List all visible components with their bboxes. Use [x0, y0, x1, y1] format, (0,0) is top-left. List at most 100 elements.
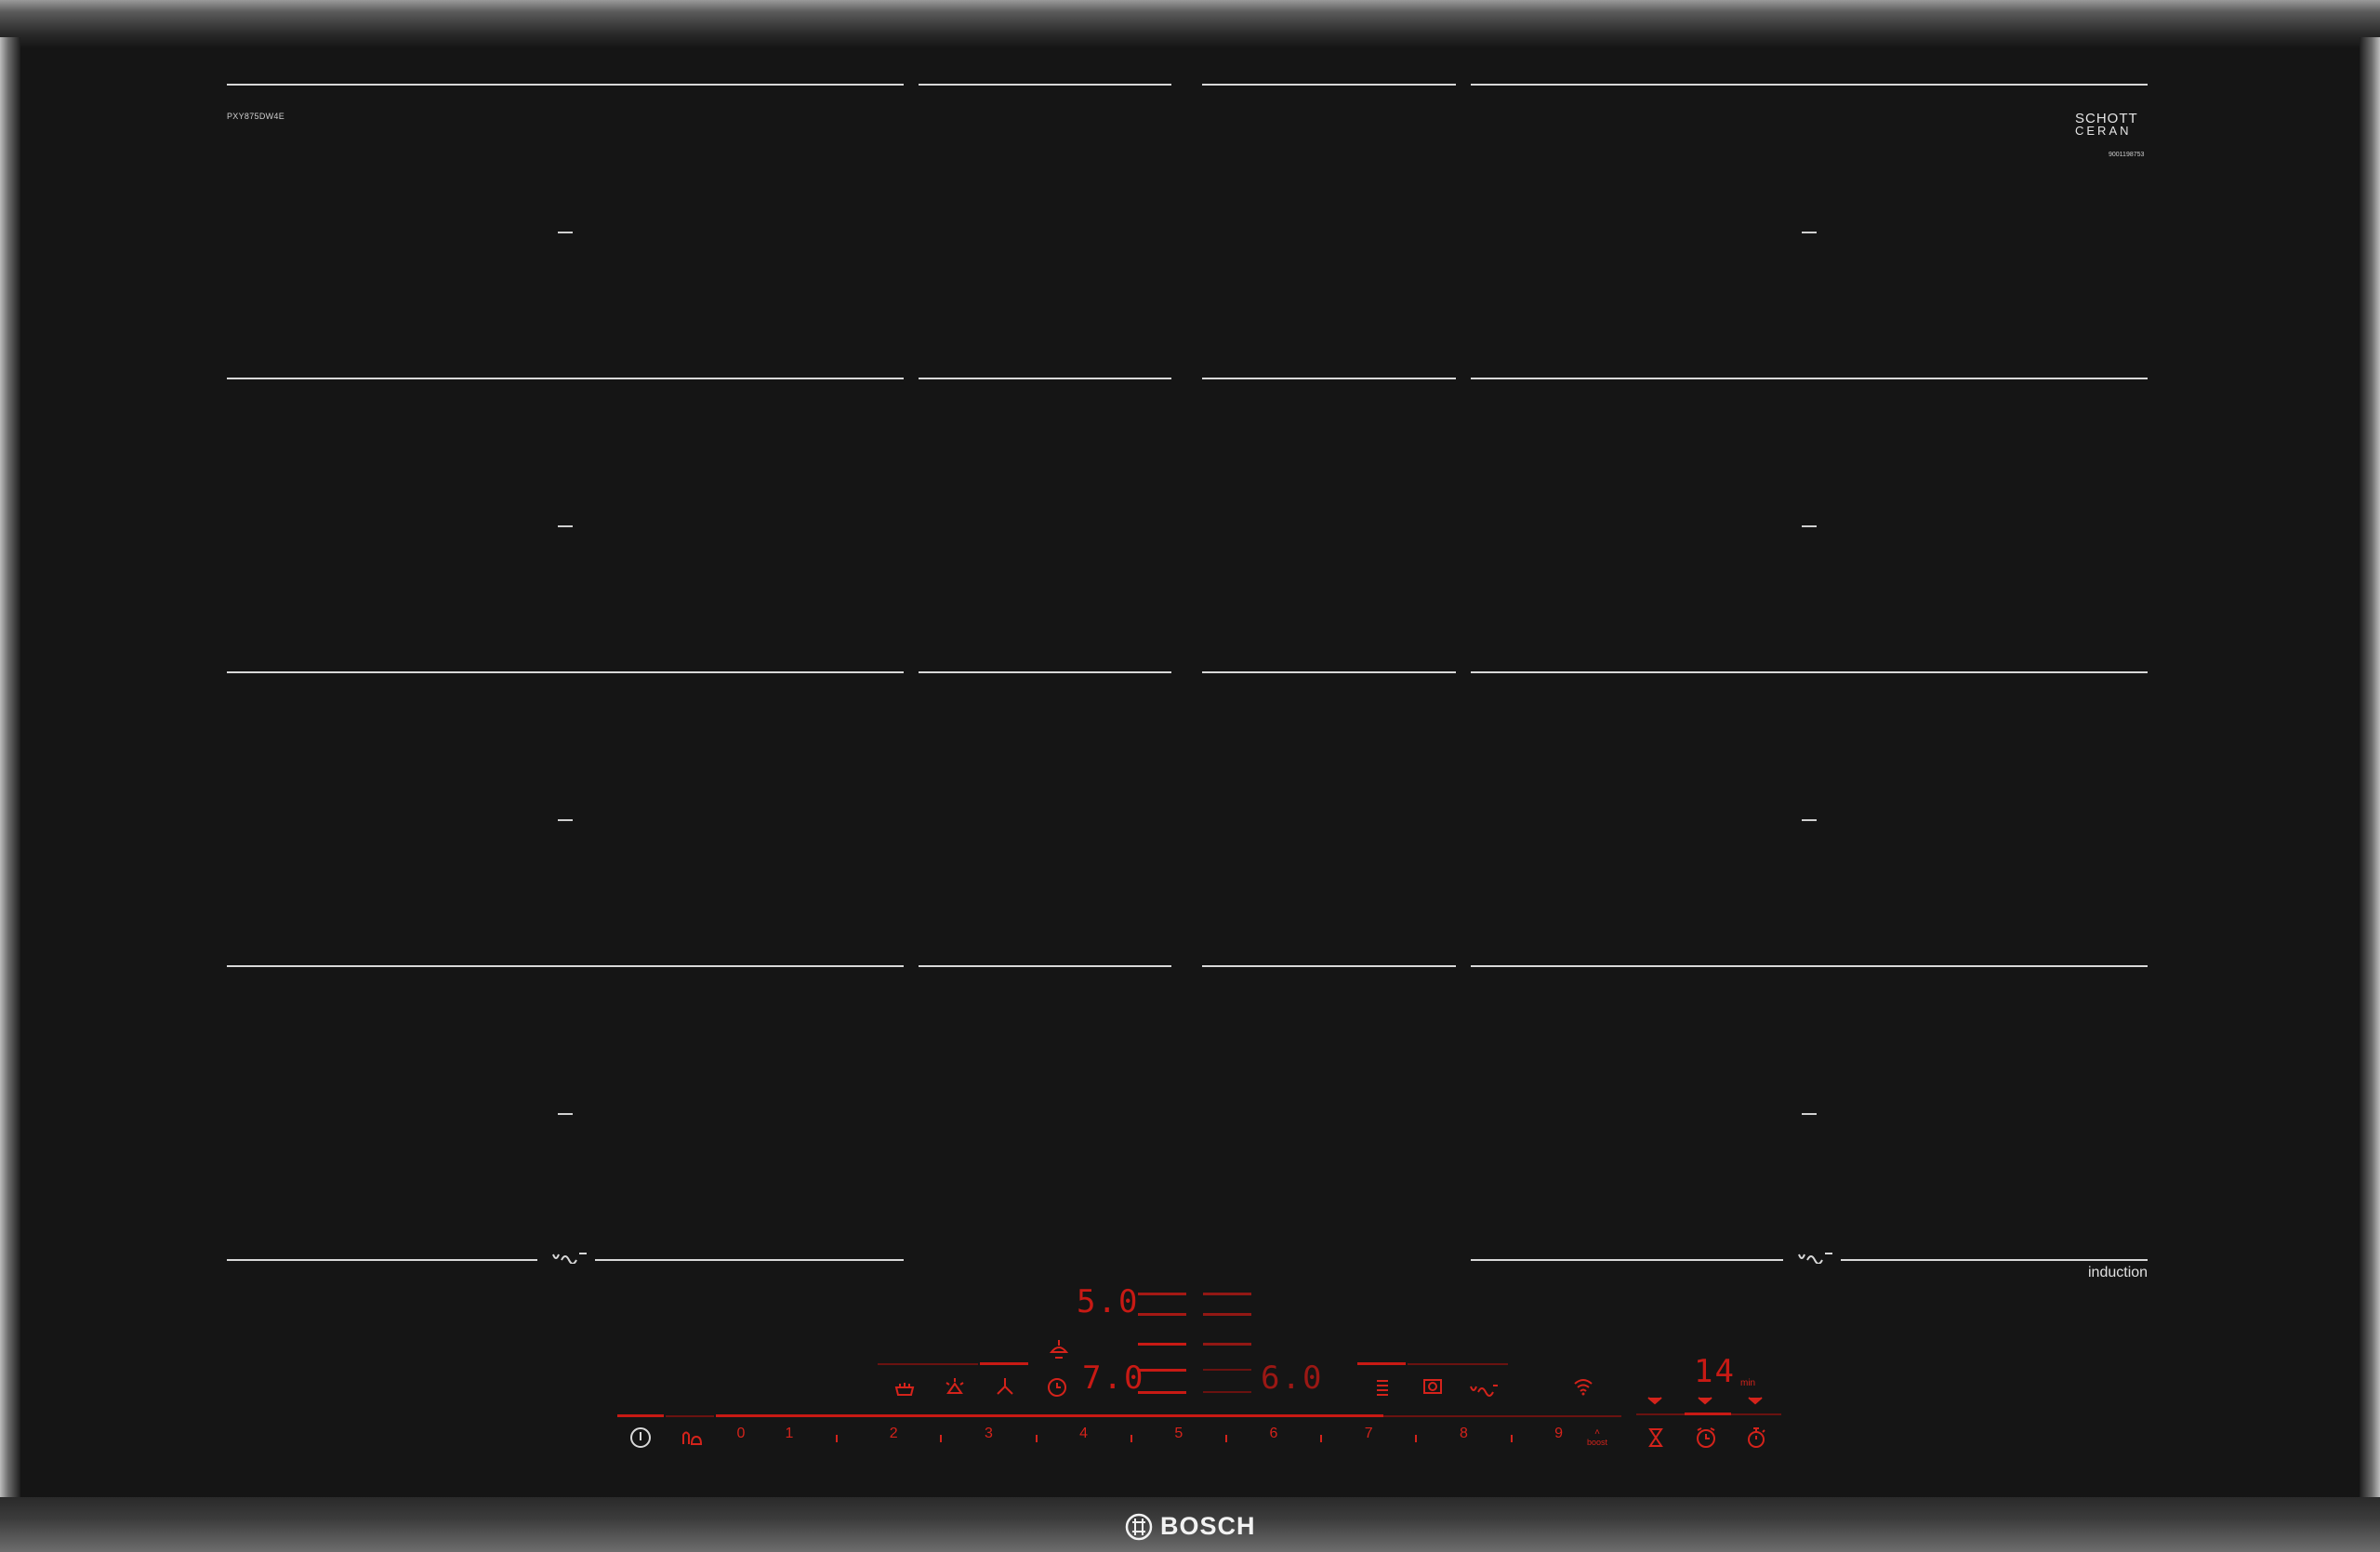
zone-center-mark: [1802, 1113, 1817, 1115]
boost-button[interactable]: ˄ boost: [1584, 1427, 1610, 1447]
power-half-step[interactable]: [1130, 1435, 1132, 1442]
zone-divider-line: [595, 1259, 904, 1261]
flex-zone-icon: [552, 1253, 587, 1264]
zone-divider-line: [227, 84, 904, 86]
hourglass-icon[interactable]: [1644, 1426, 1668, 1450]
zone-divider-line: [1202, 965, 1456, 967]
zone-divider-line: [227, 965, 904, 967]
zone-center-mark: [558, 232, 573, 233]
chevron-down-icon[interactable]: [1746, 1395, 1765, 1406]
level-bar: [1203, 1293, 1251, 1295]
selector-bar-active: [1357, 1362, 1406, 1365]
zone-divider-line: [227, 671, 904, 673]
power-level-slider-rest[interactable]: [1383, 1415, 1621, 1417]
frame-right: [2360, 37, 2380, 1506]
power-level-5[interactable]: 5: [1170, 1426, 1188, 1442]
zone-center-mark: [1802, 232, 1817, 233]
zone-center-mark: [1802, 819, 1817, 821]
selector-bar: [1731, 1413, 1781, 1415]
frame-left: [0, 37, 20, 1506]
level-bar: [1203, 1369, 1251, 1371]
display-timer: 14: [1694, 1353, 1736, 1390]
power-half-step[interactable]: [1415, 1435, 1418, 1442]
power-level-4[interactable]: 4: [1075, 1426, 1093, 1442]
zone-divider-line: [227, 1259, 537, 1261]
zone-divider-line: [1471, 378, 2148, 379]
zone-divider-line: [1471, 1259, 1783, 1261]
power-half-step[interactable]: [1320, 1435, 1323, 1442]
level-bar: [1138, 1293, 1186, 1295]
chevron-down-icon[interactable]: [1646, 1395, 1664, 1406]
power-half-step[interactable]: [1035, 1435, 1038, 1442]
cooking-sensor-icon[interactable]: [1421, 1374, 1445, 1399]
zone-divider-line: [1471, 84, 2148, 86]
power-level-0[interactable]: 0: [732, 1426, 750, 1442]
wifi-icon[interactable]: [1571, 1374, 1595, 1399]
hood-fan-icon[interactable]: [993, 1374, 1017, 1399]
power-level-7[interactable]: 7: [1359, 1426, 1378, 1442]
power-half-step[interactable]: [1224, 1435, 1227, 1442]
display-left: 7.0: [1082, 1360, 1145, 1397]
selector-bar: [878, 1363, 978, 1365]
power-level-8[interactable]: 8: [1454, 1426, 1473, 1442]
cooking-pot-icon[interactable]: [892, 1376, 917, 1400]
zone-divider-line: [919, 671, 1171, 673]
model-number: PXY875DW4E: [227, 112, 285, 121]
level-bar: [1138, 1313, 1186, 1316]
power-level-6[interactable]: 6: [1264, 1426, 1283, 1442]
display-top: 5.0: [1077, 1283, 1140, 1320]
flex-zone-icon[interactable]: [1469, 1378, 1499, 1402]
schott-ceran-logo: SCHOTT CERAN: [2075, 112, 2138, 138]
zone-center-mark: [558, 1113, 573, 1115]
power-level-1[interactable]: 1: [780, 1426, 799, 1442]
induction-label: induction: [2088, 1265, 2149, 1280]
zone-divider-line: [1471, 671, 2148, 673]
level-bar: [1138, 1391, 1186, 1394]
bosch-logo: BOSCH: [1125, 1512, 1256, 1541]
power-level-slider-active[interactable]: [716, 1414, 1383, 1417]
frying-sensor-icon[interactable]: [943, 1374, 967, 1399]
zone-divider-line: [1202, 84, 1456, 86]
brand-name: BOSCH: [1160, 1512, 1256, 1540]
frame-top: [0, 0, 2380, 48]
power-half-step[interactable]: [836, 1435, 839, 1442]
selector-bar: [1636, 1413, 1686, 1415]
power-level-9[interactable]: 9: [1550, 1426, 1568, 1442]
power-icon[interactable]: [628, 1426, 653, 1450]
power-bar: [617, 1414, 664, 1417]
zone-divider-line: [1841, 1259, 2148, 1261]
timer-unit: min: [1740, 1378, 1756, 1388]
level-bar: [1138, 1369, 1186, 1372]
lock-bar: [666, 1415, 714, 1417]
power-level-3[interactable]: 3: [979, 1426, 998, 1442]
ceran-text: CERAN: [2075, 124, 2132, 138]
chevron-down-icon[interactable]: [1696, 1395, 1714, 1406]
alarm-clock-icon[interactable]: [1694, 1426, 1718, 1450]
flex-move-icon[interactable]: [1370, 1376, 1395, 1400]
stopwatch-icon[interactable]: [1744, 1426, 1768, 1450]
display-right: 6.0: [1261, 1360, 1324, 1397]
selector-bar-active: [980, 1362, 1028, 1365]
zone-divider-line: [919, 965, 1171, 967]
level-bar: [1203, 1343, 1251, 1346]
power-level-2[interactable]: 2: [884, 1426, 903, 1442]
induction-cooktop: PXY875DW4E SCHOTT CERAN 9001198753 induc…: [0, 0, 2380, 1552]
zone-divider-line: [1202, 378, 1456, 379]
cooking-timer-icon[interactable]: [1045, 1374, 1069, 1399]
zone-center-mark: [558, 525, 573, 527]
hood-light-icon[interactable]: [1047, 1337, 1071, 1361]
zone-center-mark: [1802, 525, 1817, 527]
zone-center-mark: [558, 819, 573, 821]
level-bar: [1203, 1313, 1251, 1316]
level-bar: [1203, 1391, 1251, 1393]
zone-divider-line: [919, 84, 1171, 86]
selector-bar: [1408, 1363, 1508, 1365]
power-half-step[interactable]: [940, 1435, 943, 1442]
bosch-armature-icon: [1125, 1513, 1153, 1540]
level-bar: [1138, 1343, 1186, 1346]
selector-bar-active: [1685, 1413, 1731, 1415]
flex-zone-icon: [1798, 1253, 1832, 1264]
power-half-step[interactable]: [1510, 1435, 1513, 1442]
zone-divider-line: [919, 378, 1171, 379]
child-lock-icon[interactable]: [679, 1426, 703, 1450]
